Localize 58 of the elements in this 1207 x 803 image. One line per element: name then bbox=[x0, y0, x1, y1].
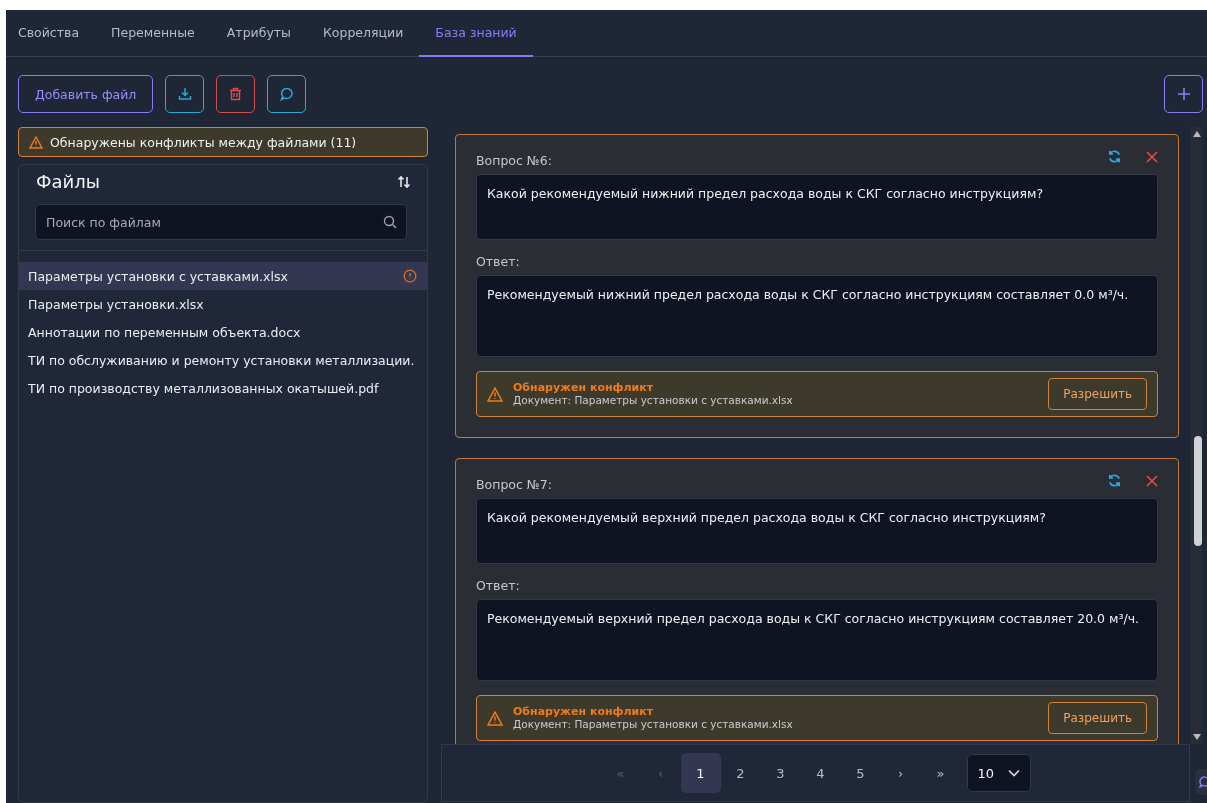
delete-button[interactable] bbox=[216, 75, 256, 113]
chevron-down-icon bbox=[1007, 769, 1020, 777]
conflict-document: Документ: Параметры установки с уставками.xlsx bbox=[513, 394, 794, 407]
answer-label: Ответ: bbox=[476, 578, 520, 593]
file-item[interactable]: Параметры установки с уставками.xlsx bbox=[19, 262, 427, 290]
page-button[interactable]: 1 bbox=[680, 753, 721, 793]
download-icon bbox=[177, 87, 192, 101]
add-button[interactable] bbox=[1164, 75, 1203, 113]
scroll-down-icon bbox=[1192, 734, 1201, 740]
file-item[interactable]: Параметры установки.xlsx bbox=[19, 290, 427, 318]
tab[interactable]: Свойства bbox=[6, 10, 96, 57]
answer-label: Ответ: bbox=[476, 254, 520, 269]
last-page-button[interactable]: » bbox=[920, 753, 961, 793]
next-page-button[interactable]: › bbox=[880, 753, 921, 793]
trash-icon bbox=[229, 87, 243, 101]
close-icon[interactable] bbox=[1146, 150, 1158, 163]
scroll-thumb[interactable] bbox=[1194, 436, 1202, 546]
refresh-icon[interactable] bbox=[1107, 149, 1122, 164]
conflict-document: Документ: Параметры установки с уставками.xlsx bbox=[513, 718, 794, 731]
refresh-icon[interactable] bbox=[1107, 473, 1122, 488]
tab[interactable]: Переменные bbox=[95, 10, 211, 57]
tab[interactable]: Корреляции bbox=[306, 10, 420, 57]
tab[interactable]: Атрибуты bbox=[210, 10, 307, 57]
question-field[interactable]: Какой рекомендуемый нижний предел расхода воды к СКГ согласно инструкциям? bbox=[476, 174, 1158, 240]
search-field[interactable]: Поиск по файлам bbox=[35, 204, 407, 240]
add-file-button[interactable]: Добавить файл bbox=[18, 75, 154, 113]
chat-button[interactable] bbox=[267, 75, 307, 113]
page-button[interactable]: 2 bbox=[720, 753, 761, 793]
resolve-button[interactable]: Разрешить bbox=[1048, 702, 1147, 734]
scrollbar[interactable] bbox=[1191, 127, 1202, 744]
page-size-select[interactable]: 10 bbox=[966, 754, 1031, 792]
warning-icon bbox=[29, 135, 43, 149]
question-label: Вопрос №6: bbox=[476, 153, 552, 168]
page-button[interactable]: 3 bbox=[760, 753, 801, 793]
answer-field[interactable]: Рекомендуемый верхний предел расхода воды к СКГ согласно инструкциям составляет 20.0 м³/ч. bbox=[476, 599, 1158, 681]
question-label: Вопрос №7: bbox=[476, 477, 552, 492]
file-item[interactable]: Аннотации по переменным объекта.docx bbox=[19, 318, 427, 346]
chat-bubble-icon bbox=[279, 87, 294, 101]
conflict-banner-text: Обнаружены конфликты между файлами (11) bbox=[50, 134, 357, 150]
conflict-title: Обнаружен конфликт bbox=[513, 381, 655, 394]
file-item[interactable]: ТИ по производству металлизованных окатышей.pdf bbox=[19, 374, 427, 402]
warning-icon bbox=[487, 710, 503, 726]
tab[interactable]: База знаний bbox=[419, 10, 533, 57]
files-title: Файлы bbox=[36, 171, 100, 192]
question-field[interactable]: Какой рекомендуемый верхний предел расхода воды к СКГ согласно инструкциям? bbox=[476, 498, 1158, 564]
scroll-up-icon bbox=[1192, 131, 1201, 137]
conflict-title: Обнаружен конфликт bbox=[513, 705, 655, 718]
warning-icon bbox=[487, 386, 503, 402]
download-button[interactable] bbox=[165, 75, 205, 113]
close-icon[interactable] bbox=[1146, 474, 1158, 487]
answer-field[interactable]: Рекомендуемый нижний предел расхода воды к СКГ согласно инструкциям составляет 0.0 м³/ч. bbox=[476, 275, 1158, 357]
resolve-button[interactable]: Разрешить bbox=[1048, 378, 1147, 410]
page-button[interactable]: 4 bbox=[800, 753, 841, 793]
sort-icon[interactable] bbox=[397, 174, 411, 189]
search-icon bbox=[383, 215, 397, 229]
page-button[interactable]: 5 bbox=[840, 753, 881, 793]
file-item[interactable]: ТИ по обслуживанию и ремонту установки металлизации. bbox=[19, 346, 427, 374]
plus-icon bbox=[1176, 87, 1191, 101]
